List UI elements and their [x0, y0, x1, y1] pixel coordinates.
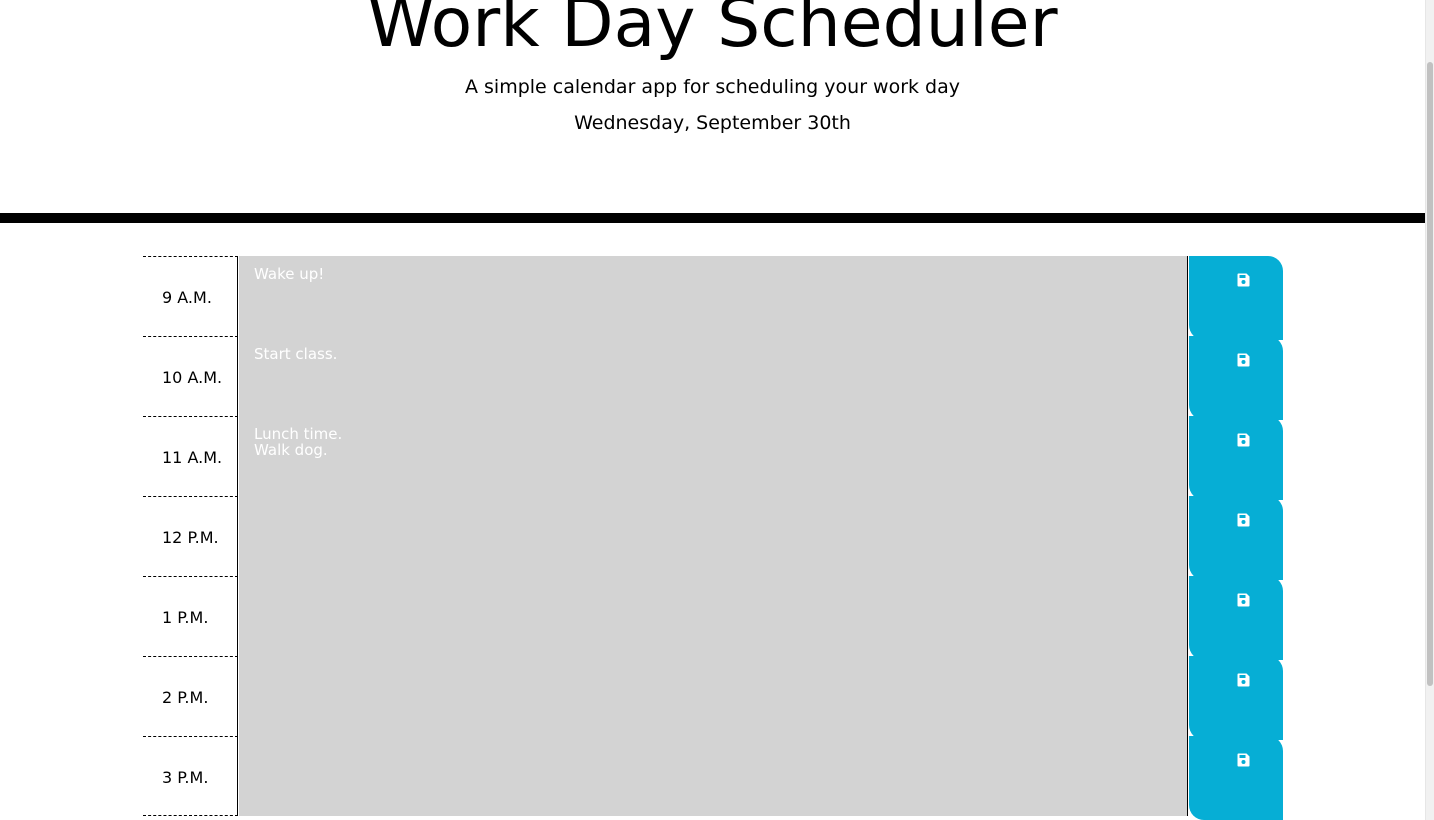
save-button[interactable]: [1189, 336, 1283, 420]
page-subtitle: A simple calendar app for scheduling you…: [464, 76, 961, 98]
description-input[interactable]: Start class.: [239, 336, 1188, 416]
save-button[interactable]: [1189, 496, 1283, 580]
save-button[interactable]: [1189, 656, 1283, 740]
time-block: 2 P.M.: [143, 656, 1283, 740]
hour-label: 1 P.M.: [143, 576, 238, 656]
time-block: 3 P.M.: [143, 736, 1283, 820]
description-input[interactable]: Wake up!: [239, 256, 1188, 336]
description-input[interactable]: [239, 736, 1188, 816]
page-title: Work Day Scheduler: [367, 0, 1058, 63]
header: Work Day Scheduler A simple calendar app…: [0, 0, 1425, 213]
scrollbar-thumb[interactable]: [1427, 62, 1433, 686]
hour-label: 9 A.M.: [143, 256, 238, 336]
time-block: 11 A.M. Lunch time. Walk dog.: [143, 416, 1283, 500]
time-block: 12 P.M.: [143, 496, 1283, 580]
save-button[interactable]: [1189, 736, 1283, 820]
hour-label: 2 P.M.: [143, 656, 238, 736]
description-input[interactable]: [239, 656, 1188, 736]
save-button[interactable]: [1189, 576, 1283, 660]
save-icon: [1237, 513, 1250, 527]
description-input[interactable]: [239, 576, 1188, 656]
hour-label: 12 P.M.: [143, 496, 238, 576]
schedule-container: 9 A.M. Wake up! 10 A.M. Start class. 11 …: [143, 256, 1283, 820]
time-block: 1 P.M.: [143, 576, 1283, 660]
hour-label: 10 A.M.: [143, 336, 238, 416]
time-block: 9 A.M. Wake up!: [143, 256, 1283, 340]
current-day: Wednesday, September 30th: [574, 112, 851, 134]
save-icon: [1237, 753, 1250, 767]
time-block: 10 A.M. Start class.: [143, 336, 1283, 420]
save-button[interactable]: [1189, 256, 1283, 340]
save-button[interactable]: [1189, 416, 1283, 500]
save-icon: [1237, 433, 1250, 447]
hour-label: 11 A.M.: [143, 416, 238, 496]
save-icon: [1237, 273, 1250, 287]
hour-label: 3 P.M.: [143, 736, 238, 816]
page: Work Day Scheduler A simple calendar app…: [0, 0, 1434, 820]
description-input[interactable]: [239, 496, 1188, 576]
save-icon: [1237, 593, 1250, 607]
description-input[interactable]: Lunch time. Walk dog.: [239, 416, 1188, 496]
header-divider: [0, 213, 1425, 223]
save-icon: [1237, 353, 1250, 367]
save-icon: [1237, 673, 1250, 687]
